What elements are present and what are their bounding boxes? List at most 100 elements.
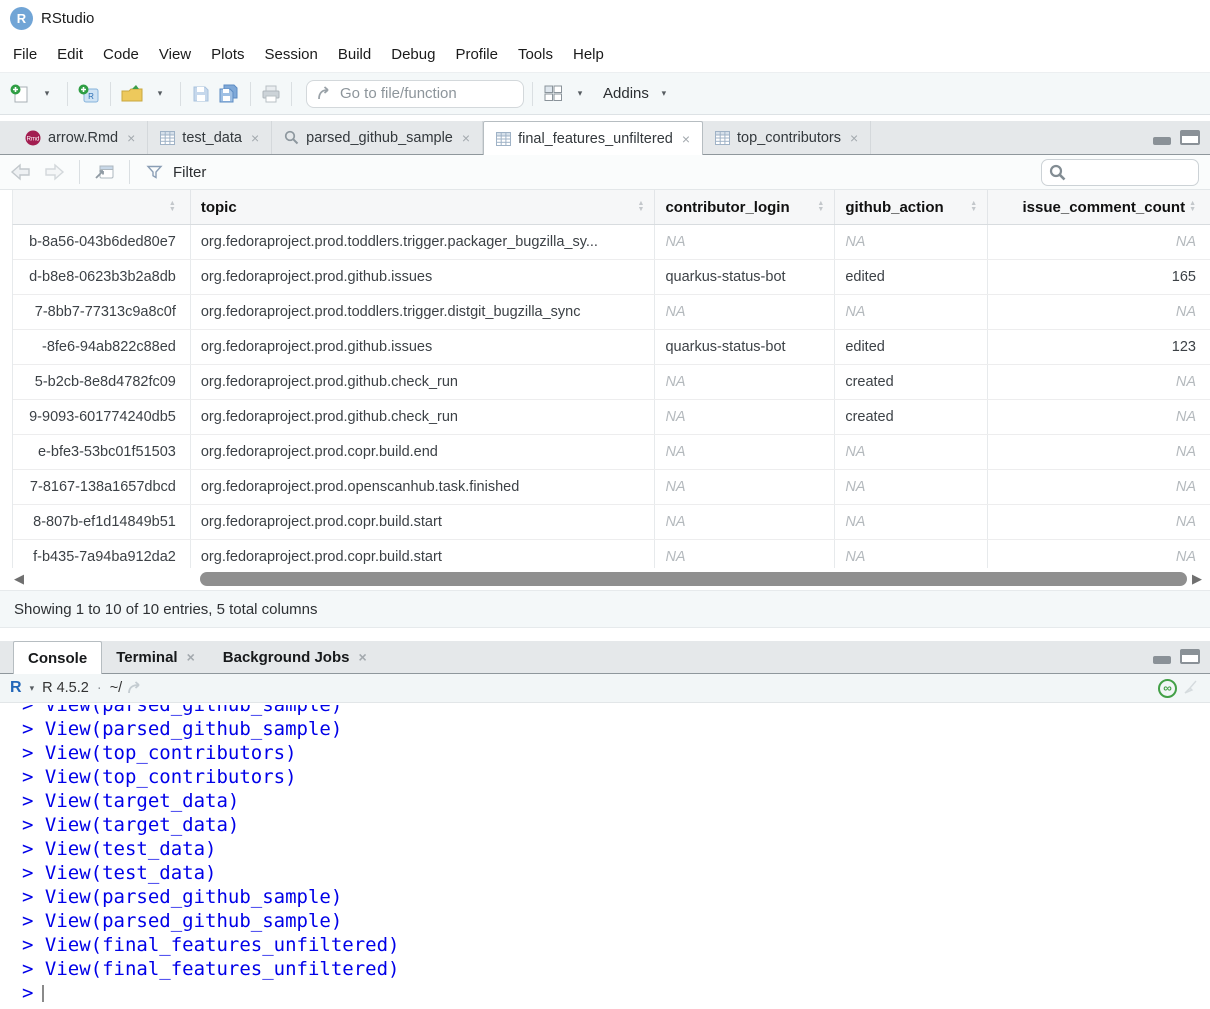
- suspend-session-icon[interactable]: ∞: [1158, 679, 1177, 698]
- menu-item-build[interactable]: Build: [328, 40, 381, 69]
- pane-layout-dropdown[interactable]: ▾: [568, 80, 592, 108]
- sort-down-glyph: ▼: [817, 207, 824, 213]
- filter-label: Filter: [173, 164, 206, 181]
- minimize-pane-icon[interactable]: [1153, 656, 1171, 664]
- new-file-button[interactable]: [8, 80, 32, 108]
- minimize-pane-icon[interactable]: [1153, 137, 1171, 145]
- show-in-new-window-button[interactable]: [92, 158, 117, 186]
- tab-final_features_unfiltered[interactable]: final_features_unfiltered×: [483, 121, 703, 155]
- column-header-label: issue_comment_count: [998, 199, 1185, 216]
- save-button[interactable]: [189, 80, 213, 108]
- table-cell: created: [835, 400, 988, 434]
- tab-label: Console: [28, 650, 87, 667]
- column-header-issue_comment_count[interactable]: issue_comment_count▲▼: [988, 190, 1210, 224]
- menu-item-edit[interactable]: Edit: [47, 40, 93, 69]
- tab-arrow.Rmd[interactable]: Rmdarrow.Rmd×: [13, 121, 148, 154]
- column-header-github_action[interactable]: github_action▲▼: [835, 190, 988, 224]
- addins-button[interactable]: Addins: [603, 85, 649, 102]
- close-icon[interactable]: ×: [125, 130, 135, 146]
- tab-top_contributors[interactable]: top_contributors×: [703, 121, 871, 154]
- console-tab-console[interactable]: Console: [13, 641, 102, 674]
- table-search-input[interactable]: [1041, 159, 1199, 186]
- menu-item-view[interactable]: View: [149, 40, 201, 69]
- table-row[interactable]: b-8a56-043b6ded80e7org.fedoraproject.pro…: [13, 225, 1210, 260]
- close-icon[interactable]: ×: [356, 649, 366, 665]
- close-icon[interactable]: ×: [185, 649, 195, 665]
- table-cell: NA: [835, 295, 988, 329]
- maximize-pane-icon[interactable]: [1180, 130, 1200, 145]
- table-row[interactable]: d-b8e8-0623b3b2a8dborg.fedoraproject.pro…: [13, 260, 1210, 295]
- console-output[interactable]: > View(parsed_github_sample)> View(parse…: [0, 703, 1210, 1009]
- maximize-pane-icon[interactable]: [1180, 649, 1200, 664]
- scroll-left-icon[interactable]: ◀: [14, 571, 24, 587]
- console-line: > View(final_features_unfiltered): [22, 957, 1210, 981]
- menu-item-code[interactable]: Code: [93, 40, 149, 69]
- close-icon[interactable]: ×: [680, 131, 690, 147]
- table-row[interactable]: 7-8bb7-77313c9a8c0forg.fedoraproject.pro…: [13, 295, 1210, 330]
- forward-button[interactable]: [41, 158, 67, 186]
- svg-text:Rmd: Rmd: [27, 136, 40, 142]
- sort-icon: ▲▼: [966, 201, 977, 213]
- save-all-button[interactable]: [216, 80, 242, 108]
- tab-test_data[interactable]: test_data×: [148, 121, 272, 154]
- column-header-rownames[interactable]: ▲▼: [13, 190, 191, 224]
- menu-item-tools[interactable]: Tools: [508, 40, 563, 69]
- filter-button[interactable]: [142, 158, 166, 186]
- viewer-toolbar: Filter: [0, 155, 1210, 190]
- working-directory-label[interactable]: ~/: [110, 680, 123, 696]
- close-icon[interactable]: ×: [460, 130, 470, 146]
- console-line: > View(top_contributors): [22, 765, 1210, 789]
- table-row[interactable]: 9-9093-601774240db5org.fedoraproject.pro…: [13, 400, 1210, 435]
- table-row[interactable]: f-b435-7a94ba912da2org.fedoraproject.pro…: [13, 540, 1210, 568]
- clear-console-icon[interactable]: [1182, 680, 1200, 696]
- print-button[interactable]: [259, 80, 283, 108]
- open-recent-dropdown[interactable]: ▾: [148, 80, 172, 108]
- console-tab-background-jobs[interactable]: Background Jobs×: [209, 641, 381, 673]
- console-cursor: [42, 985, 44, 1002]
- addins-dropdown[interactable]: ▾: [652, 80, 676, 108]
- scroll-right-icon[interactable]: ▶: [1192, 571, 1202, 587]
- tab-parsed_github_sample[interactable]: parsed_github_sample×: [272, 121, 483, 154]
- table-row[interactable]: 5-b2cb-8e8d4782fc09org.fedoraproject.pro…: [13, 365, 1210, 400]
- column-header-label: topic: [201, 199, 634, 216]
- menu-item-profile[interactable]: Profile: [445, 40, 508, 69]
- table-row[interactable]: -8fe6-94ab822c88edorg.fedoraproject.prod…: [13, 330, 1210, 365]
- table-cell: NA: [988, 505, 1210, 539]
- new-file-dropdown[interactable]: ▾: [35, 80, 59, 108]
- table-cell: NA: [835, 225, 988, 259]
- menu-item-file[interactable]: File: [3, 40, 47, 69]
- goto-directory-icon[interactable]: [127, 681, 143, 695]
- console-prompt-line[interactable]: >: [22, 981, 1210, 1005]
- column-header-contributor_login[interactable]: contributor_login▲▼: [655, 190, 835, 224]
- new-project-button[interactable]: R: [76, 80, 102, 108]
- menu-item-help[interactable]: Help: [563, 40, 614, 69]
- scrollbar-thumb[interactable]: [200, 572, 1187, 586]
- menu-item-debug[interactable]: Debug: [381, 40, 445, 69]
- r-version-dropdown[interactable]: ▾: [27, 683, 38, 694]
- table-row[interactable]: e-bfe3-53bc01f51503org.fedoraproject.pro…: [13, 435, 1210, 470]
- column-header-topic[interactable]: topic▲▼: [191, 190, 656, 224]
- table-cell: org.fedoraproject.prod.github.issues: [191, 260, 656, 294]
- table-cell: edited: [835, 330, 988, 364]
- close-icon[interactable]: ×: [249, 130, 259, 146]
- toolbar-separator: [532, 82, 533, 106]
- save-icon: [192, 85, 210, 103]
- table-row[interactable]: 8-807b-ef1d14849b51org.fedoraproject.pro…: [13, 505, 1210, 540]
- horizontal-scrollbar[interactable]: ◀ ▶: [0, 568, 1210, 590]
- menu-item-plots[interactable]: Plots: [201, 40, 254, 69]
- goto-file-input[interactable]: Go to file/function: [306, 80, 524, 108]
- sort-icon: ▲▼: [634, 201, 645, 213]
- data-grid-icon: [160, 131, 175, 145]
- back-button[interactable]: [8, 158, 34, 186]
- table-cell: edited: [835, 260, 988, 294]
- save-all-icon: [218, 84, 240, 103]
- rstudio-logo-letter: R: [17, 11, 26, 26]
- r-version-label: R 4.5.2: [42, 680, 89, 696]
- open-file-button[interactable]: [119, 80, 145, 108]
- table-row[interactable]: 7-8167-138a1657dbcdorg.fedoraproject.pro…: [13, 470, 1210, 505]
- menu-item-session[interactable]: Session: [255, 40, 328, 69]
- pane-layout-button[interactable]: [541, 80, 565, 108]
- table-cell: 165: [988, 260, 1210, 294]
- console-tab-terminal[interactable]: Terminal×: [102, 641, 209, 673]
- close-icon[interactable]: ×: [848, 130, 858, 146]
